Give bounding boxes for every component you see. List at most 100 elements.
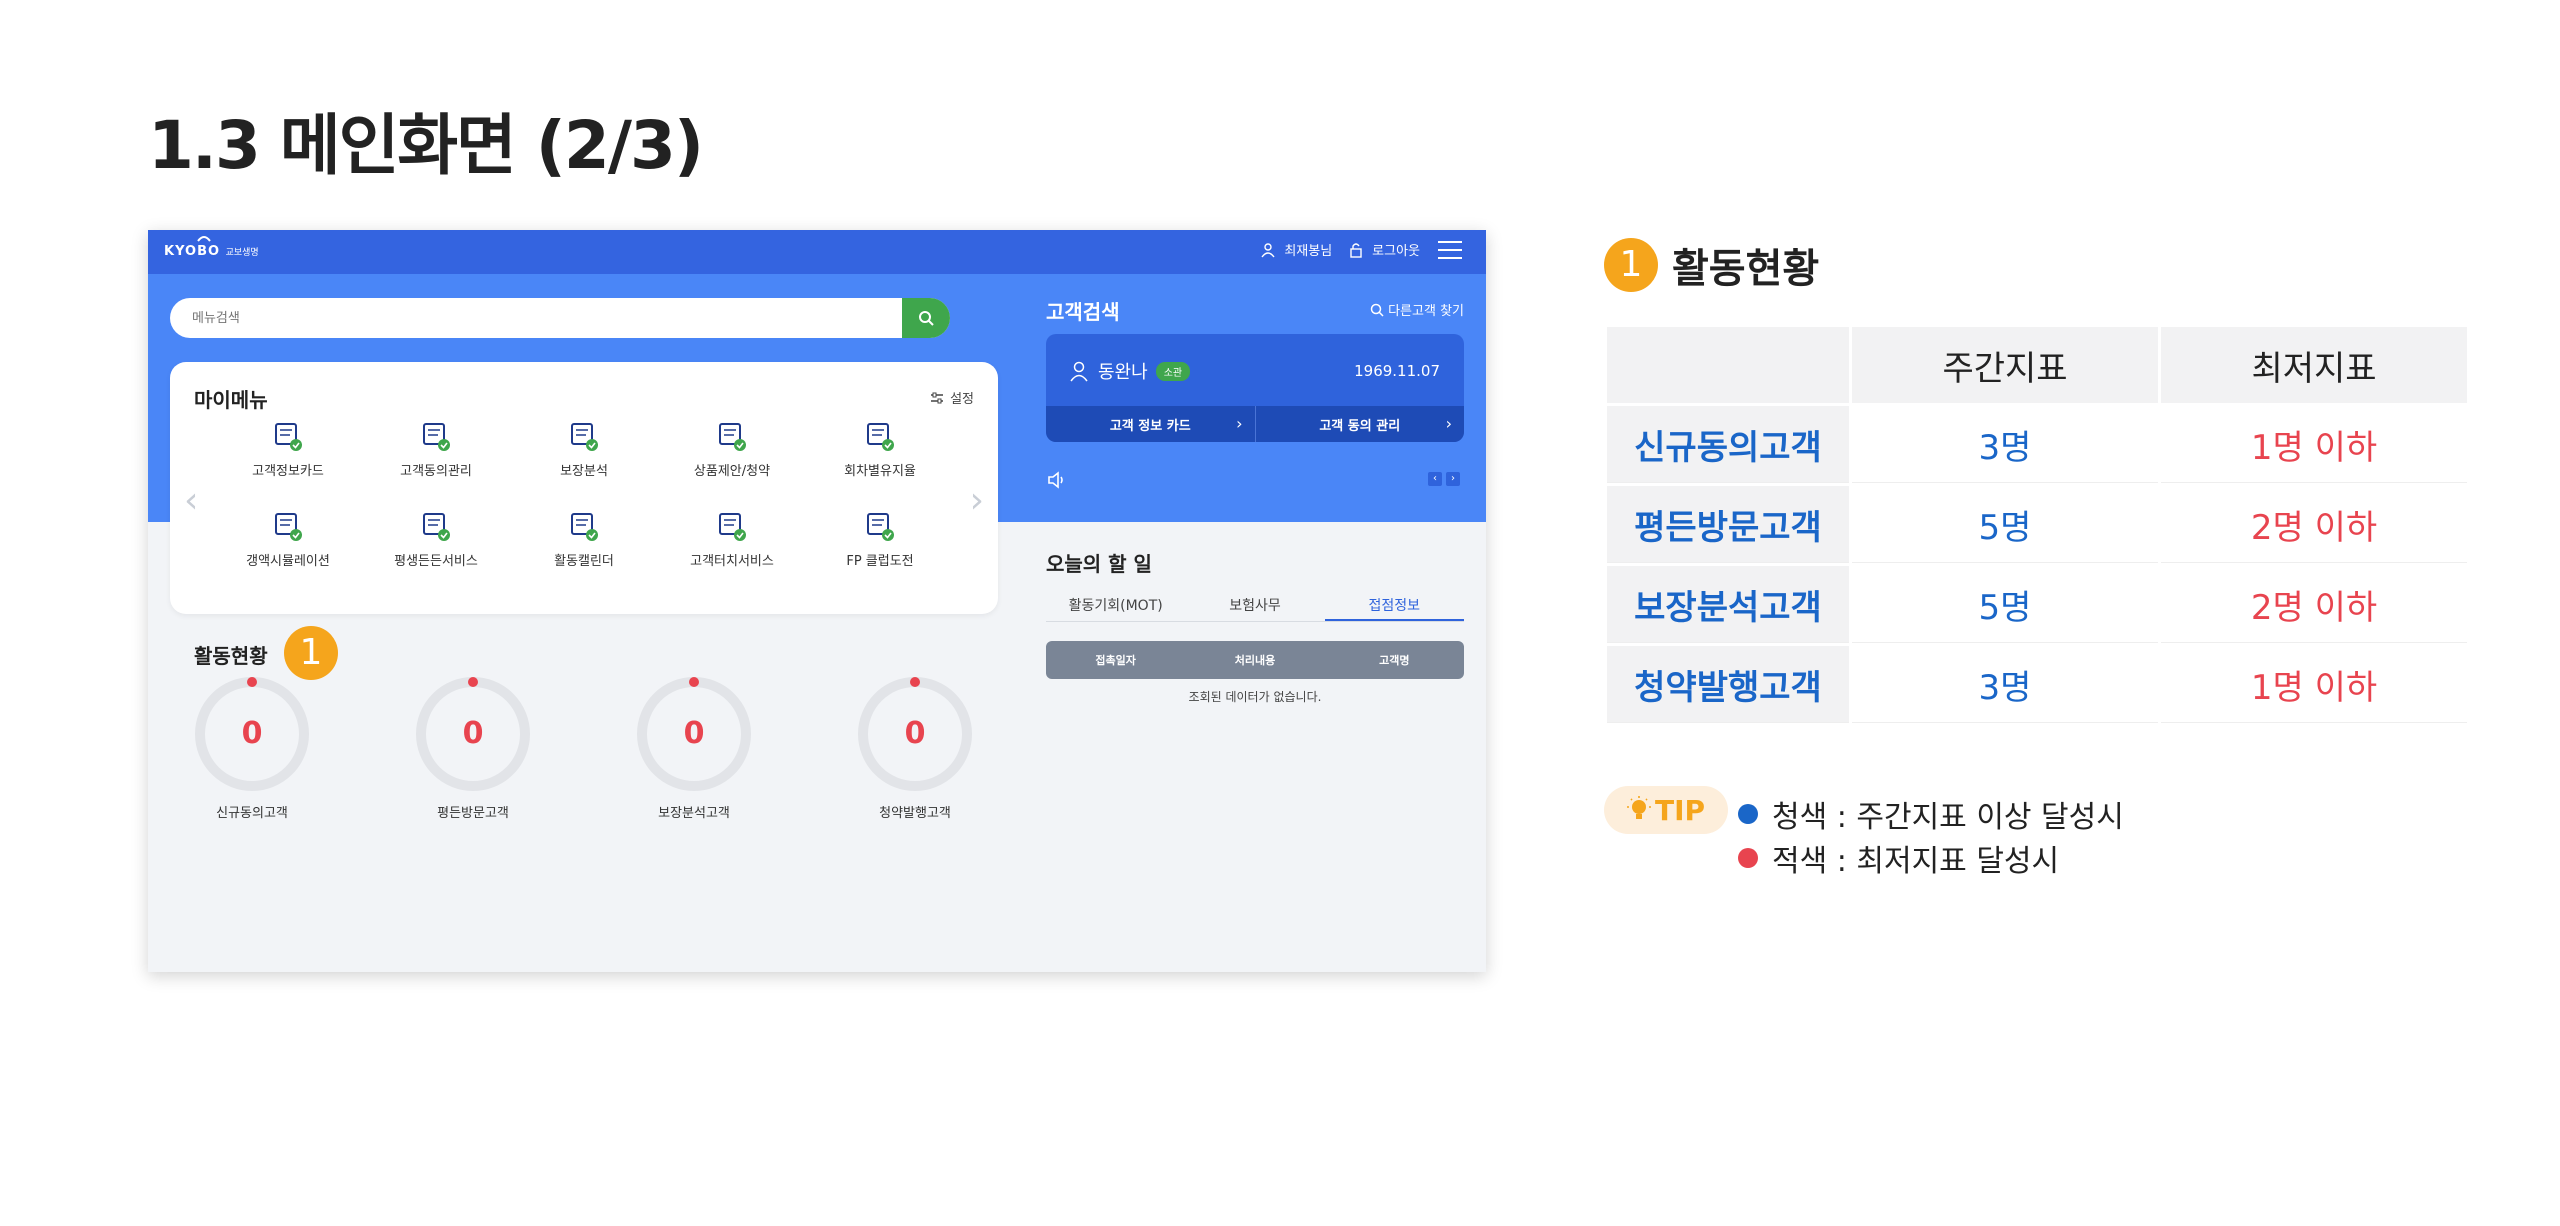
customer-card-icon xyxy=(270,420,306,454)
other-customer-label: 다른고객 찾기 xyxy=(1388,304,1464,319)
settings-button[interactable]: 설정 xyxy=(930,388,974,407)
settings-sliders-icon xyxy=(931,392,944,403)
app-mockup: KYOBO 교보생명 최재봉님 로그아웃 마이메뉴 설정 ‹ › 고객정보카드고… xyxy=(148,230,1486,972)
legend-dot-icon xyxy=(1738,848,1758,868)
todo-tab[interactable]: 접점정보 xyxy=(1324,592,1464,621)
pager: ‹ › xyxy=(1428,472,1460,486)
todo-column-header: 고객명 xyxy=(1379,654,1410,667)
criteria-header-row: 주간지표 최저지표 xyxy=(1607,327,2467,403)
criteria-header-blank xyxy=(1607,327,1849,403)
menu-item-label: 회차별유지율 xyxy=(844,464,916,479)
search-button[interactable] xyxy=(902,298,950,338)
customer-tag-badge: 소관 xyxy=(1155,361,1191,381)
gauge-value: 0 xyxy=(683,716,705,751)
todo-column-header: 처리내용 xyxy=(1234,654,1276,667)
chevron-right-icon: › xyxy=(1445,414,1452,433)
gauge-ring: 0 xyxy=(857,676,973,792)
menu-item-label: 고객동의관리 xyxy=(400,464,472,479)
gauge-label: 보장분석고객 xyxy=(658,806,730,821)
todo-tab[interactable]: 보험사무 xyxy=(1185,592,1324,621)
menu-item[interactable]: 상품제안/청약 xyxy=(662,420,802,479)
activity-gauge: 0 보장분석고객 xyxy=(634,676,754,821)
activity-gauge: 0 신규동의고객 xyxy=(192,676,312,821)
user-icon xyxy=(1261,242,1275,257)
customer-name-row[interactable]: 동완나 소관 xyxy=(1068,358,1191,384)
gauge-label: 신규동의고객 xyxy=(216,806,288,821)
top-bar: KYOBO 교보생명 최재봉님 로그아웃 xyxy=(148,230,1486,274)
pager-next-icon[interactable]: › xyxy=(1446,472,1460,486)
menu-item[interactable]: 평생든든서비스 xyxy=(366,510,506,569)
menu-item-label: FP 클럽도전 xyxy=(846,554,914,569)
consent-doc-icon xyxy=(418,420,454,454)
tip-badge: TIP xyxy=(1604,786,1728,834)
lifetime-service-icon xyxy=(418,510,454,544)
calendar-icon xyxy=(566,510,602,544)
club-target-icon xyxy=(862,510,898,544)
criteria-row-name: 청약발행고객 xyxy=(1607,646,1849,723)
next-arrow-icon[interactable]: › xyxy=(970,480,984,521)
prev-arrow-icon[interactable]: ‹ xyxy=(184,480,198,521)
menu-item-label: 고객터치서비스 xyxy=(690,554,774,569)
criteria-title: 활동현황 xyxy=(1672,246,1820,292)
simulation-icon xyxy=(270,510,306,544)
criteria-minimum-value: 1명 이하 xyxy=(2161,406,2467,483)
todo-tab[interactable]: 활동기회(MOT) xyxy=(1046,592,1185,621)
speaker-icon[interactable] xyxy=(1046,470,1070,490)
my-menu-title: 마이메뉴 xyxy=(194,388,268,412)
criteria-row-name: 신규동의고객 xyxy=(1607,406,1849,483)
menu-search-input[interactable] xyxy=(170,298,910,338)
customer-info-card-button[interactable]: 고객 정보 카드 › xyxy=(1046,406,1256,442)
activity-gauge: 0 청약발행고객 xyxy=(855,676,975,821)
search-icon xyxy=(1370,303,1384,317)
todo-title: 오늘의 할 일 xyxy=(1046,552,1152,576)
touch-service-icon xyxy=(714,510,750,544)
criteria-weekly-value: 5명 xyxy=(1852,486,2158,563)
logo[interactable]: KYOBO 교보생명 xyxy=(164,244,259,259)
menu-item[interactable]: 회차별유지율 xyxy=(810,420,950,479)
criteria-minimum-value: 2명 이하 xyxy=(2161,566,2467,643)
customer-consent-label: 고객 동의 관리 xyxy=(1319,418,1401,434)
menu-item[interactable]: 고객정보카드 xyxy=(218,420,358,479)
menu-item[interactable]: FP 클럽도전 xyxy=(810,510,950,569)
legend-item: 적색 : 최저지표 달성시 xyxy=(1738,836,2059,880)
menu-item-label: 보장분석 xyxy=(560,464,608,479)
gauge-ring: 0 xyxy=(636,676,752,792)
customer-search-title: 고객검색 xyxy=(1046,300,1120,324)
todo-table-header: 접촉일자 처리내용 고객명 xyxy=(1046,641,1464,679)
menu-item[interactable]: 보장분석 xyxy=(514,420,654,479)
pager-prev-icon[interactable]: ‹ xyxy=(1428,472,1442,486)
hamburger-menu-icon[interactable] xyxy=(1438,240,1462,259)
retention-chart-icon xyxy=(862,420,898,454)
menu-item-label: 상품제안/청약 xyxy=(693,464,771,479)
user-name[interactable]: 최재봉님 xyxy=(1284,240,1332,259)
criteria-weekly-value: 3명 xyxy=(1852,406,2158,483)
legend-dot-icon xyxy=(1738,804,1758,824)
criteria-header: 1 활동현황 xyxy=(1604,236,1819,294)
logo-text: KYOBO xyxy=(164,244,221,259)
criteria-weekly-value: 3명 xyxy=(1852,646,2158,723)
menu-item[interactable]: 활동캘린더 xyxy=(514,510,654,569)
criteria-badge: 1 xyxy=(1604,238,1658,292)
customer-consent-button[interactable]: 고객 동의 관리 › xyxy=(1256,406,1465,442)
legend-text: 적색 : 최저지표 달성시 xyxy=(1772,844,2060,879)
menu-item[interactable]: 고객터치서비스 xyxy=(662,510,802,569)
empty-message: 조회된 데이터가 없습니다. xyxy=(1188,690,1322,704)
settings-label: 설정 xyxy=(950,392,974,407)
logout-link[interactable]: 로그아웃 xyxy=(1372,240,1420,259)
criteria-header-weekly: 주간지표 xyxy=(1852,327,2158,403)
menu-item[interactable]: 갱액시뮬레이션 xyxy=(218,510,358,569)
logo-sub: 교보생명 xyxy=(225,248,259,258)
other-customer-search-link[interactable]: 다른고객 찾기 xyxy=(1370,300,1464,319)
criteria-minimum-value: 1명 이하 xyxy=(2161,646,2467,723)
activity-gauge: 0 평든방문고객 xyxy=(413,676,533,821)
customer-birth: 1969.11.07 xyxy=(1354,362,1440,380)
criteria-minimum-value: 2명 이하 xyxy=(2161,486,2467,563)
customer-info-card-label: 고객 정보 카드 xyxy=(1109,418,1191,434)
gauge-label: 평든방문고객 xyxy=(437,806,509,821)
criteria-row: 평든방문고객 5명 2명 이하 xyxy=(1607,486,2467,563)
menu-item[interactable]: 고객동의관리 xyxy=(366,420,506,479)
menu-item-label: 평생든든서비스 xyxy=(394,554,478,569)
criteria-row: 신규동의고객 3명 1명 이하 xyxy=(1607,406,2467,483)
lock-icon xyxy=(1350,242,1362,258)
menu-search xyxy=(170,298,950,338)
